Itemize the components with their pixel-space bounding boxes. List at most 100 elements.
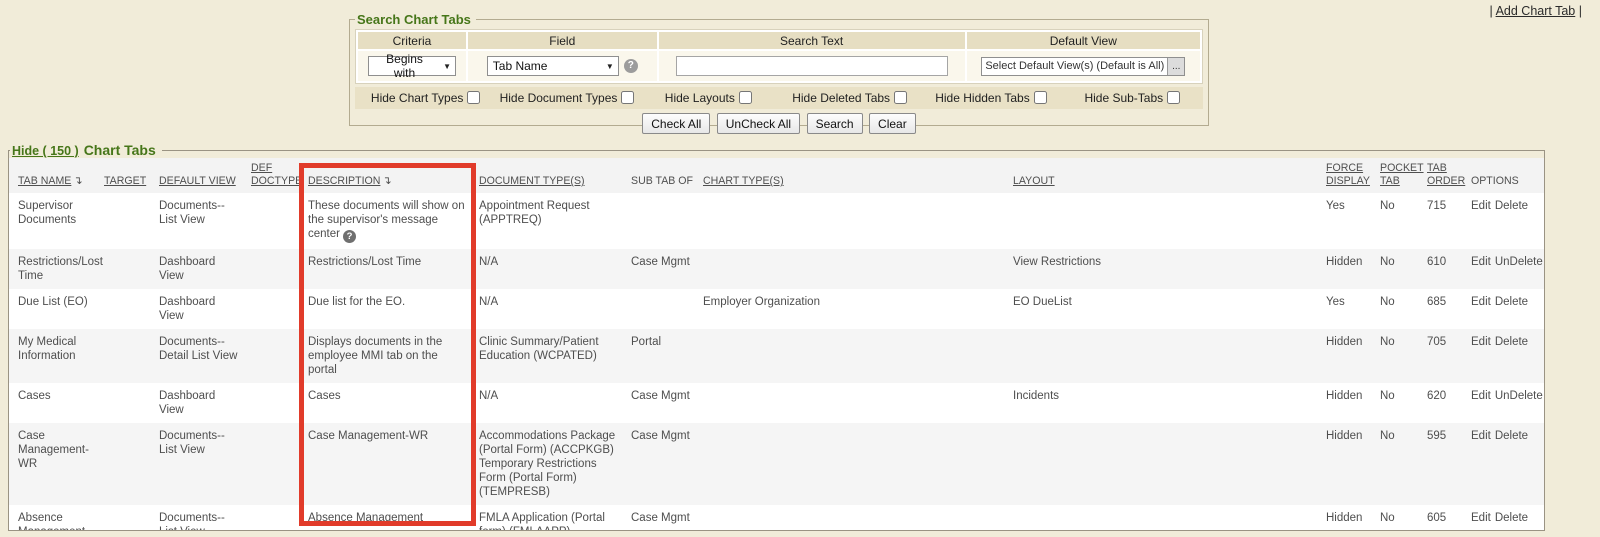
- col-header-default-view[interactable]: DEFAULT VIEW: [159, 158, 251, 193]
- delete-link[interactable]: Delete: [1495, 430, 1528, 442]
- table-row: Cases Dashboard View Cases N/A Case Mgmt…: [9, 383, 1544, 423]
- hide-hidden-tabs-checkbox[interactable]: [1034, 91, 1047, 104]
- table-row: Supervisor Documents Documents--List Vie…: [9, 193, 1544, 249]
- cell-document-types: N/A: [479, 383, 631, 423]
- cell-target: [104, 505, 159, 530]
- cell-sub-tab-of: Case Mgmt: [631, 249, 703, 289]
- col-header-sub-tab-of: SUB TAB OF: [631, 158, 703, 193]
- search-grid: Criteria Field Search Text Default View …: [355, 29, 1203, 84]
- col-header-pocket-tab[interactable]: POCKET TAB: [1380, 158, 1427, 193]
- edit-link[interactable]: Edit: [1471, 336, 1491, 348]
- edit-link[interactable]: Edit: [1471, 430, 1491, 442]
- chevron-down-icon: ▼: [443, 62, 451, 71]
- cell-chart-types: Employer Organization: [703, 289, 1013, 329]
- cell-sub-tab-of: Case Mgmt: [631, 423, 703, 505]
- delete-link[interactable]: Delete: [1495, 336, 1528, 348]
- field-select[interactable]: Tab Name ▼: [487, 56, 619, 76]
- delete-link[interactable]: Delete: [1495, 512, 1528, 524]
- col-header-force-display[interactable]: FORCE DISPLAY: [1326, 158, 1380, 193]
- default-view-more-button[interactable]: ...: [1167, 58, 1184, 75]
- cell-tab-name: Absence Management: [9, 505, 104, 530]
- cell-options: Edit Delete: [1471, 505, 1544, 530]
- cell-tab-name: Supervisor Documents: [9, 193, 104, 249]
- cell-sub-tab-of: [631, 193, 703, 249]
- check-all-button[interactable]: Check All: [642, 113, 710, 134]
- cell-tab-order: 595: [1427, 423, 1471, 505]
- edit-link[interactable]: Edit: [1471, 296, 1491, 308]
- delete-link[interactable]: Delete: [1495, 296, 1528, 308]
- hide-document-types-checkbox[interactable]: [621, 91, 634, 104]
- default-view-picker[interactable]: Select Default View(s) (Default is All) …: [981, 57, 1185, 76]
- undelete-link[interactable]: UnDelete: [1495, 390, 1543, 402]
- cell-default-view: Documents--Detail List View: [159, 329, 251, 383]
- cell-layout: Incidents: [1013, 383, 1326, 423]
- hide-layouts-checkbox[interactable]: [739, 91, 752, 104]
- cell-sub-tab-of: Portal: [631, 329, 703, 383]
- cell-pocket-tab: No: [1380, 249, 1427, 289]
- cell-layout: [1013, 193, 1326, 249]
- search-buttons-row: Check All UnCheck All Search Clear: [355, 113, 1203, 134]
- cell-layout: [1013, 423, 1326, 505]
- chart-tabs-panel: Hide ( 150 ) Chart Tabs TAB NAME↴ TARGET …: [8, 142, 1545, 531]
- col-header-chart-types[interactable]: CHART TYPE(S): [703, 158, 1013, 193]
- cell-target: [104, 383, 159, 423]
- hide-sub-tabs-checkbox[interactable]: [1167, 91, 1180, 104]
- help-icon[interactable]: ?: [343, 230, 356, 243]
- top-bar: | Add Chart Tab |: [1490, 4, 1582, 18]
- cell-target: [104, 423, 159, 505]
- cell-force-display: Hidden: [1326, 249, 1380, 289]
- hide-count-link[interactable]: Hide ( 150 ): [12, 144, 79, 158]
- chart-tabs-title: Chart Tabs: [84, 142, 156, 158]
- cell-chart-types: [703, 249, 1013, 289]
- edit-link[interactable]: Edit: [1471, 512, 1491, 524]
- default-view-header: Default View: [967, 32, 1200, 49]
- field-select-value: Tab Name: [493, 59, 548, 73]
- chart-tabs-table: TAB NAME↴ TARGET DEFAULT VIEW DEF DOCTYP…: [9, 158, 1544, 530]
- col-header-layout[interactable]: LAYOUT: [1013, 158, 1326, 193]
- cell-tab-order: 620: [1427, 383, 1471, 423]
- sort-icon: ↴: [73, 175, 82, 188]
- undelete-link[interactable]: UnDelete: [1495, 256, 1543, 268]
- delete-link[interactable]: Delete: [1495, 200, 1528, 212]
- cell-force-display: Yes: [1326, 289, 1380, 329]
- cell-description: Due list for the EO.: [308, 289, 479, 329]
- chevron-down-icon: ▼: [606, 62, 614, 71]
- col-header-document-types[interactable]: DOCUMENT TYPE(S): [479, 158, 631, 193]
- col-header-tab-order[interactable]: TAB ORDER: [1427, 158, 1471, 193]
- edit-link[interactable]: Edit: [1471, 390, 1491, 402]
- cell-chart-types: [703, 383, 1013, 423]
- cell-target: [104, 329, 159, 383]
- clear-button[interactable]: Clear: [869, 113, 916, 134]
- hide-sub-tabs-label: Hide Sub-Tabs: [1084, 91, 1163, 105]
- help-icon[interactable]: ?: [624, 59, 638, 73]
- hide-hidden-tabs-label: Hide Hidden Tabs: [935, 91, 1030, 105]
- hide-deleted-tabs-label: Hide Deleted Tabs: [792, 91, 890, 105]
- col-header-target[interactable]: TARGET: [104, 158, 159, 193]
- edit-link[interactable]: Edit: [1471, 256, 1491, 268]
- cell-tab-name: Restrictions/Lost Time: [9, 249, 104, 289]
- cell-document-types: N/A: [479, 289, 631, 329]
- col-header-description[interactable]: DESCRIPTION↴: [308, 158, 479, 193]
- edit-link[interactable]: Edit: [1471, 200, 1491, 212]
- chart-tabs-table-wrap: TAB NAME↴ TARGET DEFAULT VIEW DEF DOCTYP…: [9, 158, 1544, 530]
- table-row: Case Management-WR Documents--List View …: [9, 423, 1544, 505]
- uncheck-all-button[interactable]: UnCheck All: [717, 113, 800, 134]
- add-chart-tab-link[interactable]: Add Chart Tab: [1496, 4, 1576, 18]
- col-header-def-doctype[interactable]: DEF DOCTYPE: [251, 158, 308, 193]
- cell-force-display: Yes: [1326, 193, 1380, 249]
- hide-deleted-tabs-checkbox[interactable]: [894, 91, 907, 104]
- hide-filters-band: Hide Chart Types Hide Document Types Hid…: [355, 87, 1203, 109]
- hide-chart-types-checkbox[interactable]: [467, 91, 480, 104]
- search-button[interactable]: Search: [807, 113, 863, 134]
- cell-tab-name: Case Management-WR: [9, 423, 104, 505]
- cell-layout: EO DueList: [1013, 289, 1326, 329]
- cell-def-doctype: [251, 505, 308, 530]
- search-text-input[interactable]: [676, 56, 948, 76]
- col-header-tab-name[interactable]: TAB NAME↴: [9, 158, 104, 193]
- cell-force-display: Hidden: [1326, 383, 1380, 423]
- criteria-select[interactable]: Begins with ▼: [368, 56, 456, 76]
- cell-def-doctype: [251, 249, 308, 289]
- cell-pocket-tab: No: [1380, 383, 1427, 423]
- cell-tab-order: 705: [1427, 329, 1471, 383]
- cell-tab-order: 610: [1427, 249, 1471, 289]
